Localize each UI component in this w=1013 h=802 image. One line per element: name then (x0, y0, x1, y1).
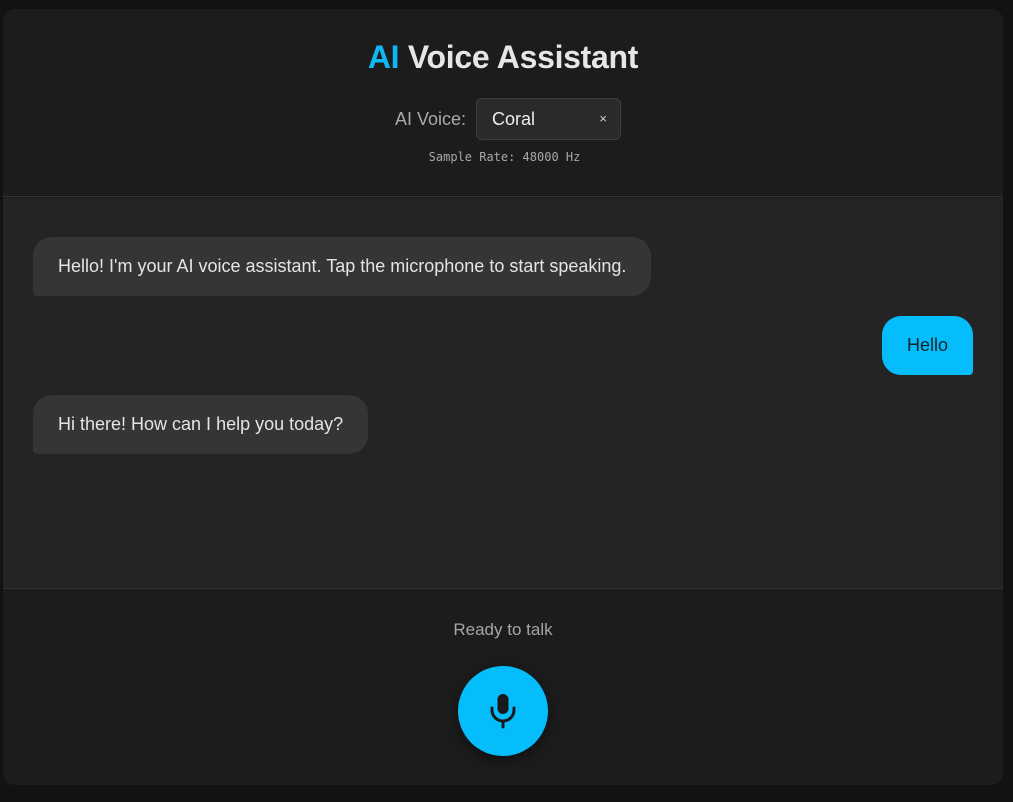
assistant-message: Hello! I'm your AI voice assistant. Tap … (33, 237, 652, 296)
user-message: Hello (881, 316, 973, 375)
title-text: Voice Assistant (399, 39, 639, 75)
voice-selector-row: AI Voice: Coral × (3, 98, 1003, 140)
voice-label: AI Voice: (394, 108, 467, 129)
assistant-message: Hi there! How can I help you today? (33, 395, 369, 454)
status-text: Ready to talk (453, 620, 553, 639)
voice-selected-value: Coral (492, 108, 536, 129)
sample-rate-text: Sample Rate: 48000 Hz (428, 150, 581, 164)
page-title: AI Voice Assistant (3, 39, 1003, 76)
microphone-button[interactable] (458, 666, 548, 756)
footer: Ready to talk (3, 590, 1003, 785)
header: AI Voice Assistant AI Voice: Coral × Sam… (3, 9, 1003, 197)
chat-area: Hello! I'm your AI voice assistant. Tap … (3, 198, 1003, 589)
voice-select[interactable]: Coral × (476, 98, 622, 140)
clear-icon[interactable]: × (599, 111, 607, 126)
microphone-icon (489, 693, 517, 729)
title-accent: AI (367, 39, 400, 75)
voice-assistant-app: AI Voice Assistant AI Voice: Coral × Sam… (3, 9, 1003, 785)
